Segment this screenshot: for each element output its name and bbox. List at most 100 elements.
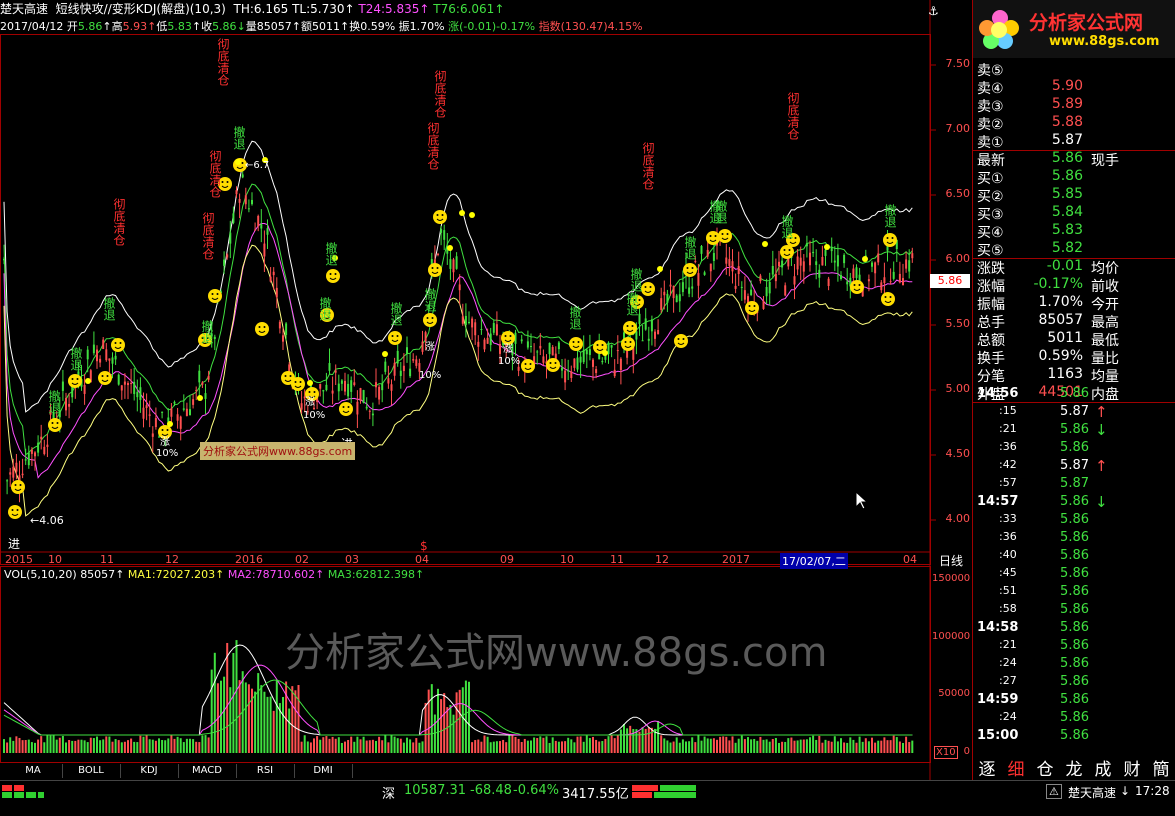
candle-body <box>232 213 235 223</box>
tick-row[interactable]: :58 5.86 <box>973 602 1175 620</box>
tick-row[interactable]: 15:00 5.86 <box>973 728 1175 746</box>
buy-row: 买⑤ 5.82 <box>973 240 1175 259</box>
volume-bar <box>520 741 523 753</box>
candle-body <box>672 285 675 299</box>
indicator-tab-ma[interactable]: MA <box>4 764 63 778</box>
tick-row[interactable]: :33 5.86 <box>973 512 1175 530</box>
ma2-value: 78710.602 <box>255 568 316 581</box>
volume-bar <box>154 740 157 753</box>
right-tab[interactable]: 财 <box>1119 758 1145 782</box>
tick-row[interactable]: :51 5.86 <box>973 584 1175 602</box>
stock-name: 楚天高速 <box>0 2 49 16</box>
candle-body <box>517 366 520 371</box>
candle-body <box>812 251 815 254</box>
right-tab[interactable]: 簡 <box>1148 758 1174 782</box>
volume-bar <box>846 742 849 753</box>
sell-row-value: 5.88 <box>1051 114 1083 130</box>
candle-body <box>818 269 821 278</box>
volume-bar <box>905 736 908 753</box>
stat-row-value: 5011 <box>1047 330 1083 346</box>
tick-row[interactable]: :21 5.86 <box>973 638 1175 656</box>
ma3-value: 62812.398 <box>355 568 416 581</box>
candle-body <box>458 284 461 291</box>
tick-row[interactable]: :24 5.86 <box>973 656 1175 674</box>
alert-icon[interactable]: ⚠ <box>1046 784 1062 799</box>
close-value: 5.86 <box>212 20 237 33</box>
indicator-tab-kdj[interactable]: KDJ <box>120 764 179 778</box>
t76-label: T76: <box>433 2 460 16</box>
tick-time: 14:59 <box>977 692 1019 707</box>
volume-bar <box>629 725 632 753</box>
time-label: 12 <box>165 553 179 566</box>
tick-row[interactable]: :21 5.86 ↓ <box>973 421 1175 440</box>
sell-row: 卖① 5.87 <box>973 132 1175 151</box>
tick-row[interactable]: :27 5.86 <box>973 674 1175 692</box>
tick-row[interactable]: :36 5.86 <box>973 440 1175 458</box>
candle-body <box>195 390 198 392</box>
tick-row[interactable]: :40 5.86 <box>973 548 1175 566</box>
up-arrow-icon: ↑ <box>115 568 125 581</box>
volume-bar <box>46 735 49 753</box>
candle-body <box>728 259 731 266</box>
right-tab[interactable]: 龙 <box>1061 758 1087 782</box>
volume-bar <box>325 736 328 753</box>
tick-row[interactable]: :15 5.87 ↑ <box>973 403 1175 422</box>
candle-body <box>86 349 89 360</box>
tick-row[interactable]: :57 5.87 <box>973 476 1175 494</box>
th-value: 6.165 <box>253 2 289 16</box>
anchor-icon[interactable]: ⚓ <box>928 4 939 18</box>
period-label[interactable]: 日线 <box>932 552 970 569</box>
right-tab[interactable]: 细 <box>1003 758 1029 782</box>
volume-bar <box>37 739 40 753</box>
volume-bar <box>895 737 898 753</box>
time-label: 2015 <box>5 553 33 566</box>
up-arrow-icon: ↑ <box>1095 457 1108 475</box>
tick-row[interactable]: :24 5.86 <box>973 710 1175 728</box>
candle-body <box>759 275 762 282</box>
smiley-face <box>718 229 732 243</box>
volume-bar <box>229 687 232 753</box>
indicator-tab-macd[interactable]: MACD <box>178 764 237 778</box>
right-tab[interactable]: 逐 <box>974 758 1000 782</box>
candle-body <box>681 282 684 293</box>
candle-body <box>582 349 585 363</box>
candle-body <box>771 265 774 275</box>
tick-row[interactable]: 14:57 5.86 ↓ <box>973 493 1175 512</box>
tick-row[interactable]: 14:58 5.86 <box>973 620 1175 638</box>
quote-panel: 分析家公式网 www.88gs.com 卖⑤ 卖④ 5.90 卖③ 5.89 卖② 5.88… <box>972 0 1175 785</box>
tick-row[interactable]: :36 5.86 <box>973 530 1175 548</box>
tick-time: 14:56 <box>977 386 1019 401</box>
ma1-label: MA1: <box>127 568 156 581</box>
indicator-tab-rsi[interactable]: RSI <box>236 764 295 778</box>
volume-bar <box>406 737 408 753</box>
candle-body <box>127 383 129 386</box>
status-stock[interactable]: 楚天高速 <box>1068 784 1116 801</box>
volume-bar <box>657 720 660 753</box>
retreat-signal-label: 撤退 <box>47 389 61 414</box>
tick-row[interactable]: :45 5.86 <box>973 566 1175 584</box>
tick-row[interactable]: 14:59 5.86 <box>973 692 1175 710</box>
tick-row[interactable]: :42 5.87 ↑ <box>973 457 1175 476</box>
tick-time: 15:00 <box>977 728 1019 743</box>
indicator-tab-dmi[interactable]: DMI <box>294 764 353 778</box>
enter-label: 进 <box>8 537 20 551</box>
volume-bar <box>678 742 681 753</box>
smiley-eye <box>426 317 429 319</box>
watermark-big: 分析家公式网www.88gs.com <box>285 630 828 676</box>
volume-bar <box>461 687 464 753</box>
tick-row[interactable]: 14:56 5.86 <box>973 386 1175 404</box>
smiley-eye <box>299 381 302 383</box>
candle-body <box>421 341 424 352</box>
candle-body <box>740 286 743 288</box>
right-tab[interactable]: 仓 <box>1032 758 1058 782</box>
up-arrow-icon: ↑ <box>215 568 225 581</box>
candle-body <box>111 357 114 364</box>
tick-time: :27 <box>999 674 1017 687</box>
volume-bar <box>68 740 71 753</box>
buy-row-label: 买④ <box>977 225 1004 241</box>
right-tab[interactable]: 成 <box>1090 758 1116 782</box>
indicator-tab-boll[interactable]: BOLL <box>62 764 121 778</box>
turnover-label: 换 <box>349 20 361 33</box>
volume-bar <box>232 653 235 753</box>
retreat-signal-label: 撤退 <box>200 319 214 344</box>
